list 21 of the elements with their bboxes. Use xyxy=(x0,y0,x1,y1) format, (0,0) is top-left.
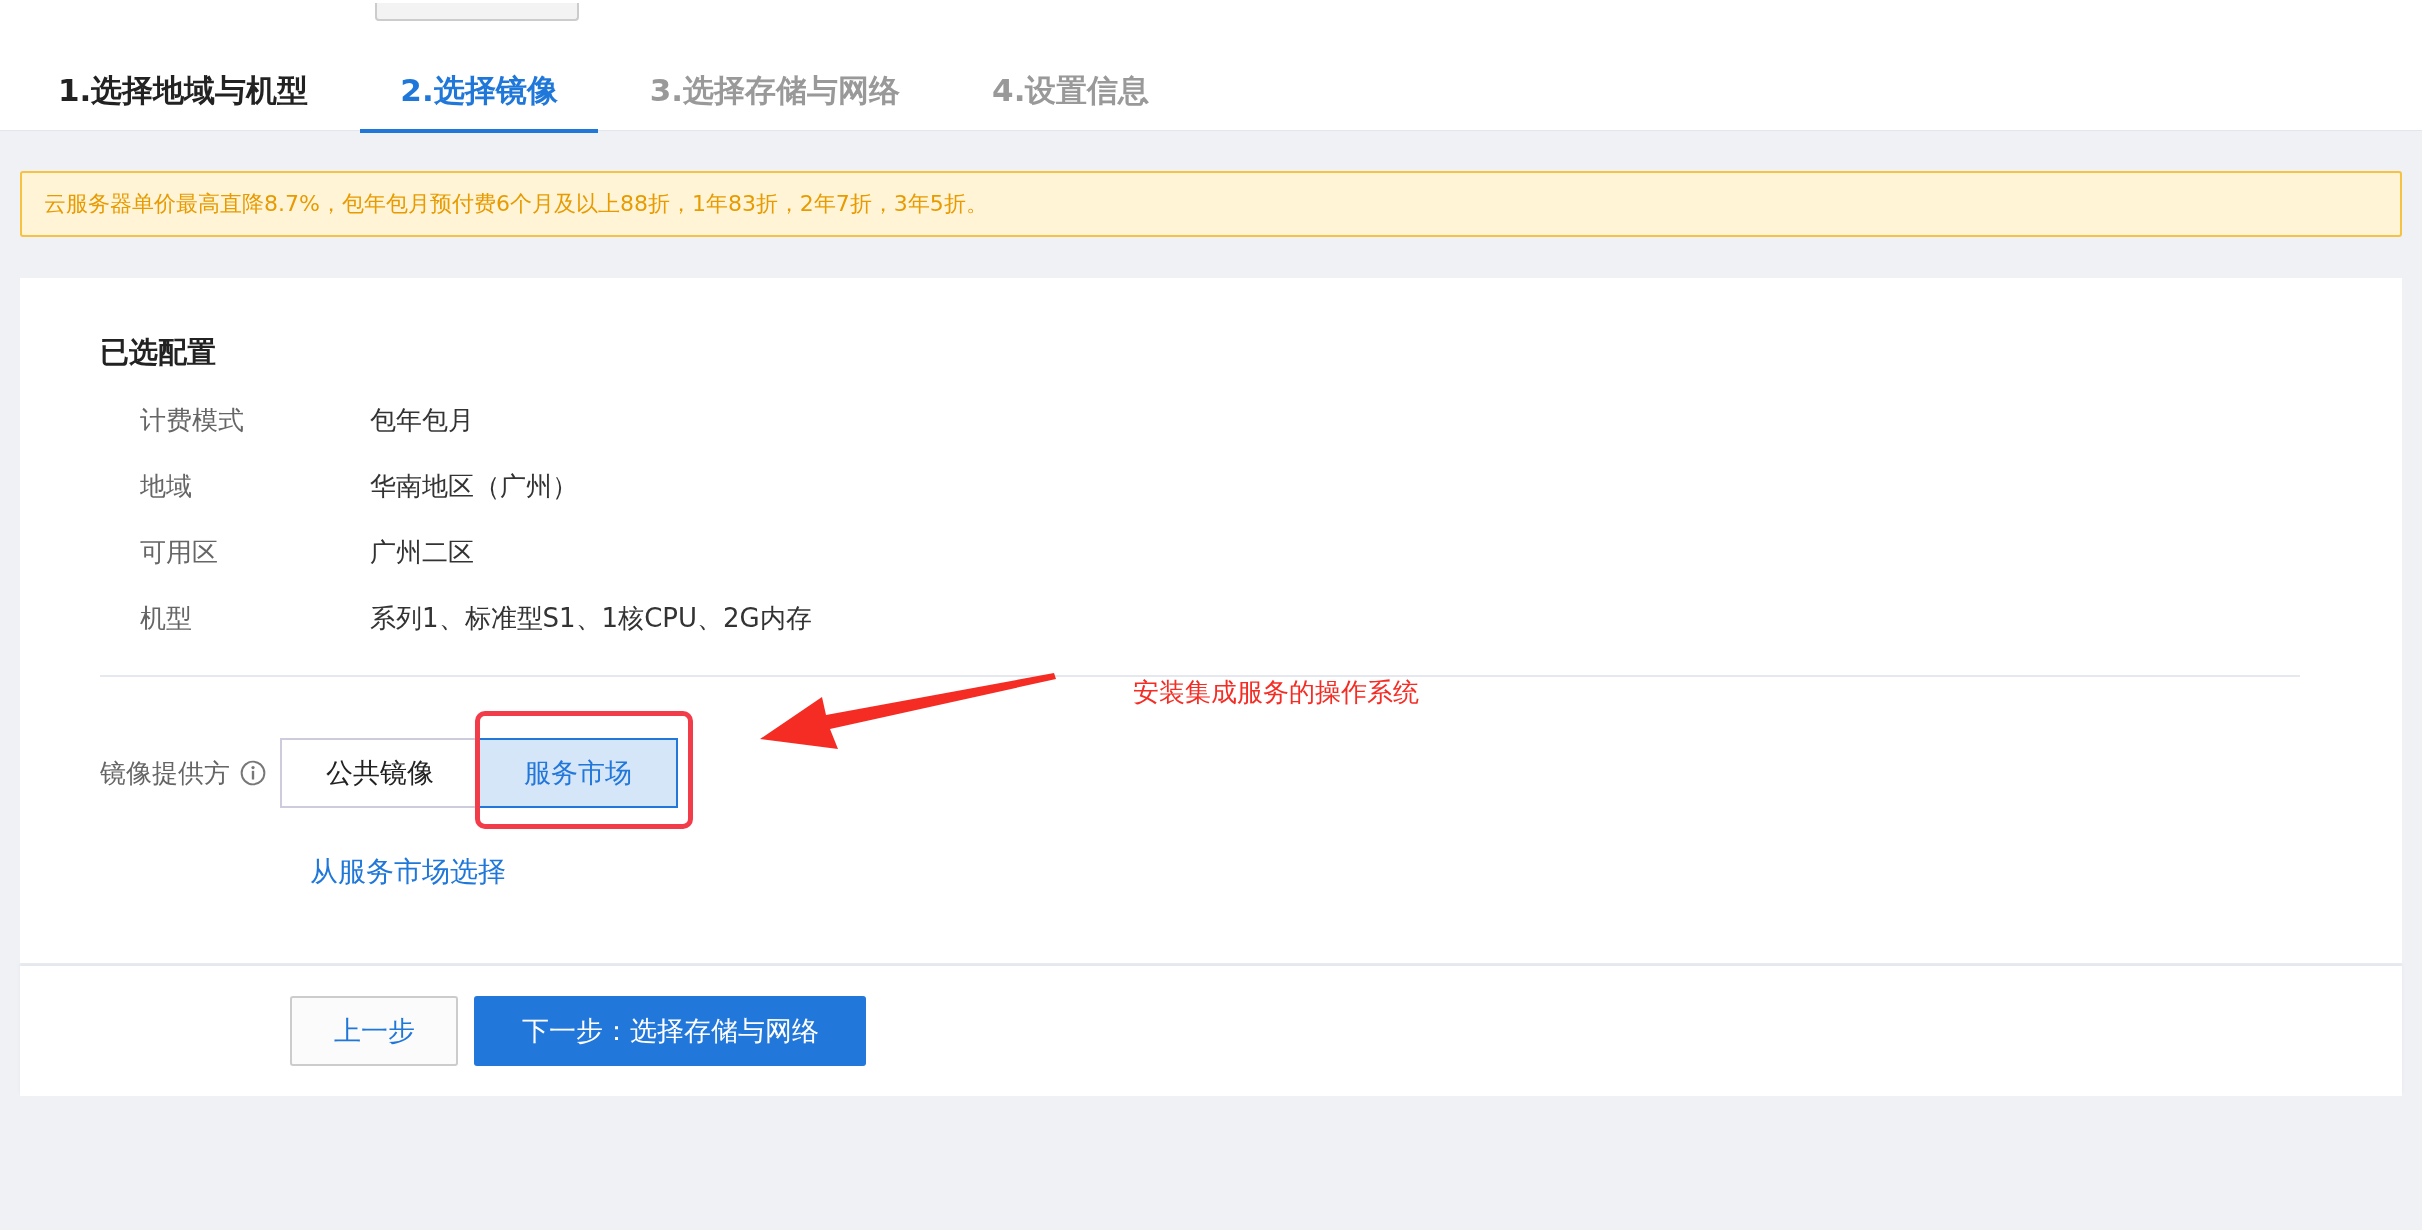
provider-label: 镜像提供方 xyxy=(100,756,230,790)
config-label: 可用区 xyxy=(140,535,219,569)
step-tab[interactable]: 4.设置信息 xyxy=(992,70,1150,133)
config-label: 机型 xyxy=(140,601,193,635)
config-value: 华南地区（广州） xyxy=(370,469,578,503)
annotation-text: 安装集成服务的操作系统 xyxy=(1133,676,1419,709)
config-value: 系列1、标准型S1、1核CPU、2G内存 xyxy=(370,601,812,635)
info-icon[interactable] xyxy=(240,760,266,786)
back-button[interactable]: 上一步 xyxy=(290,996,458,1066)
step-tab[interactable]: 2.选择镜像 xyxy=(360,70,598,133)
notice-banner: 云服务器单价最高直降8.7%，包年包月预付费6个月及以上88折，1年83折，2年7折，3年5折。 xyxy=(20,171,2402,237)
config-label: 计费模式 xyxy=(140,403,245,437)
section-title: 已选配置 xyxy=(100,334,217,371)
step-tab[interactable]: 1.选择地域与机型 xyxy=(58,70,309,133)
config-value: 广州二区 xyxy=(370,535,474,569)
config-value: 包年包月 xyxy=(370,403,474,437)
market-link[interactable]: 从服务市场选择 xyxy=(310,853,506,891)
provider-option[interactable]: 服务市场 xyxy=(478,738,678,808)
step-tab[interactable]: 3.选择存储与网络 xyxy=(649,70,901,133)
next-button[interactable]: 下一步：选择存储与网络 xyxy=(474,996,866,1066)
config-label: 地域 xyxy=(140,469,193,503)
